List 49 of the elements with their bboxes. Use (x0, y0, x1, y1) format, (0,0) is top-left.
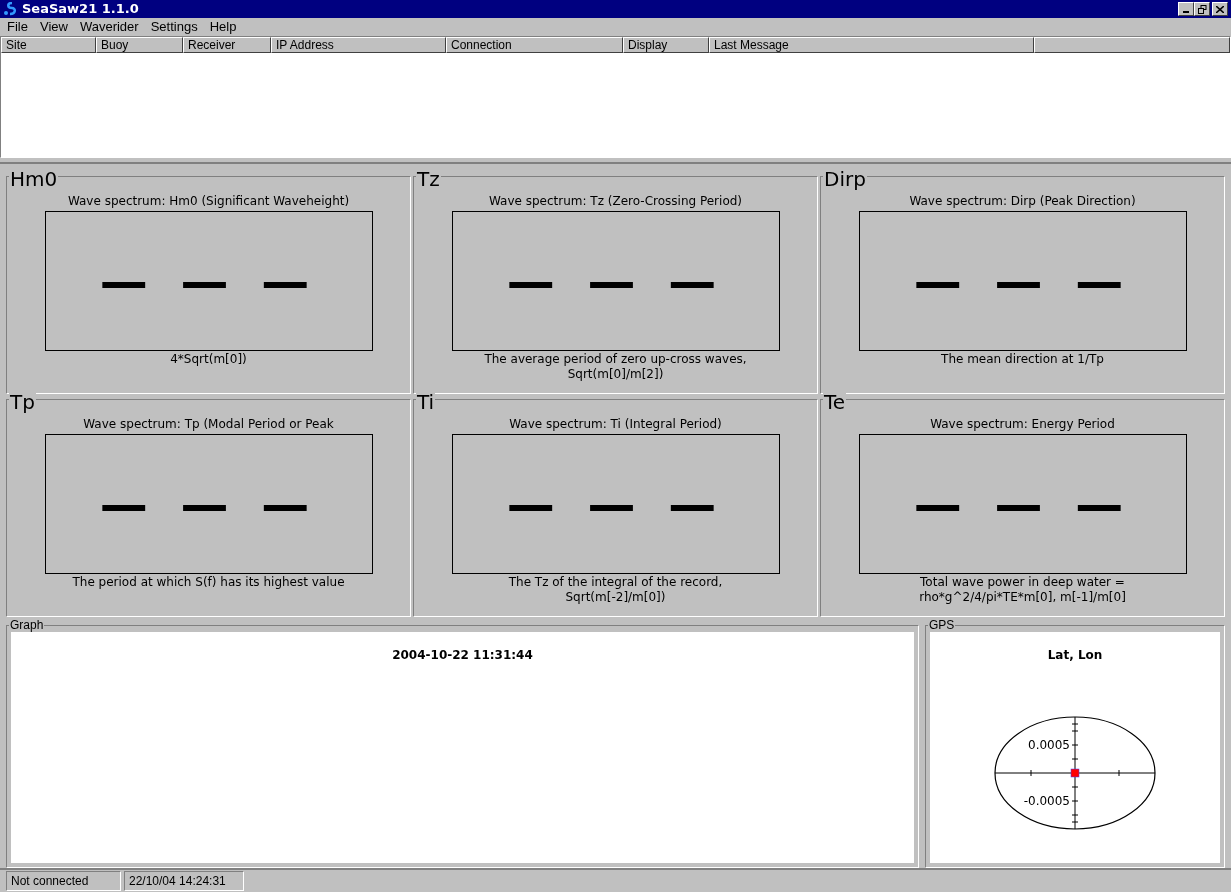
column-header[interactable]: Display (623, 37, 709, 53)
column-header[interactable]: Last Message (709, 37, 1034, 53)
value-text: — — — (913, 479, 1132, 528)
panel-description: Total wave power in deep water = rho*g^2/4/pi*TE*m[0], m[-1]/m[0] (918, 574, 1127, 605)
value-text: — — — (506, 479, 725, 528)
menu-item[interactable]: View (33, 18, 74, 36)
window-title: SeaSaw21 1.1.0 (22, 0, 139, 19)
panel-description: The mean direction at 1/Tp (940, 352, 1105, 368)
graph-legend: Graph (9, 617, 45, 632)
status-text: 22/10/04 14:24:31 (124, 871, 244, 892)
app-logo-icon (3, 2, 19, 16)
panel-legend: Dirp (823, 168, 867, 191)
value-text: — — — (99, 257, 318, 306)
graph-title: 2004-10-22 11:31:44 (392, 646, 533, 662)
menu-item[interactable]: Settings (144, 18, 204, 36)
restore-button[interactable] (1194, 2, 1210, 16)
column-header[interactable]: Buoy (96, 37, 183, 53)
panel-title: Wave spectrum: Tz (Zero-Crossing Period) (488, 193, 743, 210)
menu-item[interactable]: Help (203, 18, 243, 36)
value-text: — — — (913, 257, 1132, 306)
close-icon (1216, 5, 1224, 13)
panel-title: Wave spectrum: Tp (Modal Period or Peak (83, 415, 334, 432)
column-header[interactable]: Connection (446, 37, 623, 53)
column-header[interactable]: Site (1, 37, 96, 53)
menu-item[interactable]: File (1, 18, 34, 36)
panel-title: Wave spectrum: Ti (Integral Period) (509, 415, 722, 432)
gps-legend: GPS (928, 617, 956, 632)
panel-title: Wave spectrum: Dirp (Peak Direction) (909, 193, 1136, 210)
column-header[interactable]: Receiver (183, 37, 271, 53)
minimize-button[interactable] (1178, 2, 1194, 16)
value-text: — — — (506, 257, 725, 306)
panel-title: Wave spectrum: Energy Period (930, 415, 1115, 432)
minimize-icon (1183, 11, 1189, 13)
panel-description: The Tz of the integral of the record, Sqrt(m[-2]/m[0]) (507, 574, 724, 605)
restore-icon (1197, 4, 1207, 14)
panel-legend: Tp (9, 390, 36, 413)
panel-description: The average period of zero up-cross waves, Sqrt(m[0]/m[2]) (483, 352, 748, 383)
column-header[interactable]: IP Address (271, 37, 446, 53)
tick-label: 0.0005 (1028, 737, 1070, 752)
panel-title: Wave spectrum: Hm0 (Significant Waveheight) (67, 193, 350, 210)
close-button[interactable] (1212, 2, 1228, 16)
menu-item[interactable]: Waverider (73, 18, 145, 36)
status-text: Not connected (6, 871, 121, 892)
panel-description: The period at which S(f) has its highest value (71, 574, 346, 590)
panel-description: 4*Sqrt(m[0]) (169, 352, 248, 368)
position-marker (1070, 768, 1080, 777)
chart-title: Lat, Lon (1047, 646, 1103, 664)
value-text: — — — (99, 479, 318, 528)
tick-label: -0.0005 (1023, 793, 1070, 808)
